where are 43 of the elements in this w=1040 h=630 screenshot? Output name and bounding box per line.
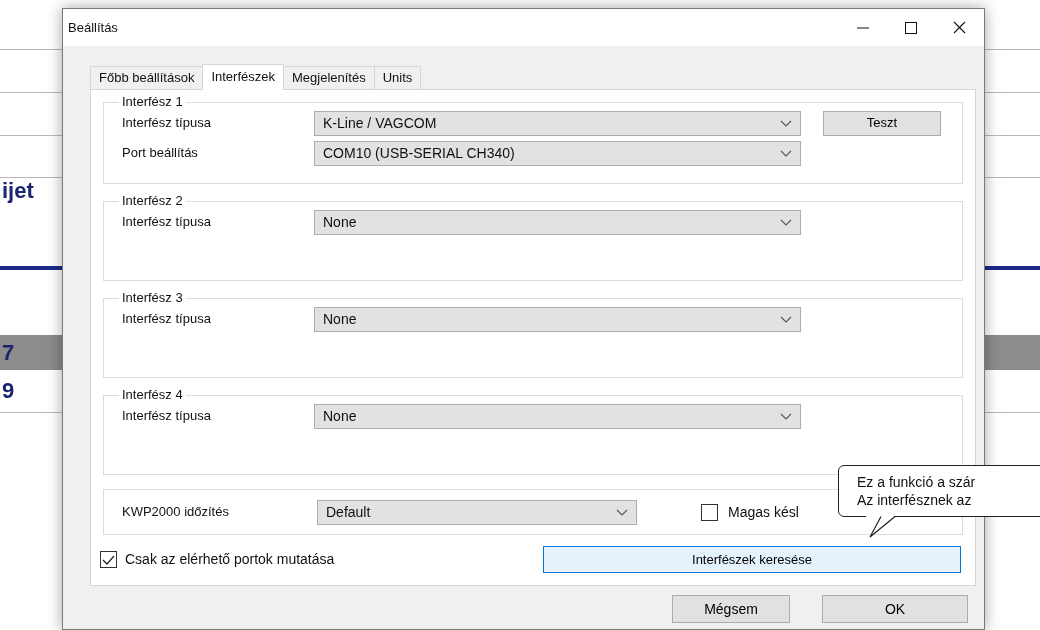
row-number: 7 (1, 339, 15, 366)
checkbox[interactable] (100, 551, 117, 568)
chevron-down-icon (780, 149, 792, 157)
tooltip-text: Az interfésznek az (857, 491, 973, 509)
ok-button[interactable]: OK (822, 595, 968, 623)
close-icon (952, 21, 966, 34)
dropdown[interactable]: Default (317, 499, 637, 525)
field-label: Interfész típusa (122, 213, 212, 232)
chevron-down-icon (780, 412, 792, 420)
cancel-button[interactable]: Mégsem (672, 595, 790, 623)
page-heading: ijet (1, 178, 34, 204)
dropdown[interactable]: None (314, 209, 801, 235)
dropdown[interactable]: None (314, 306, 801, 332)
minimize-icon (857, 26, 869, 29)
tab[interactable]: Főbb beállítások (90, 66, 204, 89)
group-title: Interfész 1 (121, 94, 184, 110)
field-label: Interfész típusa (122, 310, 212, 329)
row-number: 9 (1, 378, 15, 404)
dropdown[interactable]: None (314, 403, 801, 429)
tab[interactable]: Interfészek (202, 64, 284, 90)
chevron-down-icon (616, 508, 628, 516)
test-button[interactable]: Teszt (823, 110, 941, 136)
tooltip-text: Ez a funkció a szár (857, 473, 977, 491)
tab[interactable]: Units (373, 66, 422, 89)
group-title: Interfész 2 (121, 193, 184, 209)
field-label: Interfész típusa (122, 407, 212, 426)
group-title: Interfész 4 (121, 387, 184, 403)
field-label: KWP2000 időzítés (122, 503, 230, 522)
chevron-down-icon (780, 218, 792, 226)
chevron-down-icon (780, 119, 792, 127)
window-title: Beállítás (68, 18, 119, 37)
checkbox[interactable] (701, 503, 718, 521)
search-button[interactable]: Interfészek keresése (543, 546, 961, 573)
dropdown[interactable]: COM10 (USB-SERIAL CH340) (314, 140, 801, 166)
maximize-icon (905, 21, 917, 34)
checkbox-label: Magas késl (728, 502, 799, 522)
group-title: Interfész 3 (121, 290, 184, 306)
field-label: Interfész típusa (122, 114, 212, 133)
dropdown[interactable]: K-Line / VAGCOM (314, 110, 801, 136)
field-label: Port beállítás (122, 144, 199, 163)
checkbox-label: Csak az elérhető portok mutatása (125, 550, 336, 569)
chevron-down-icon (780, 315, 792, 323)
check-icon (102, 554, 115, 565)
